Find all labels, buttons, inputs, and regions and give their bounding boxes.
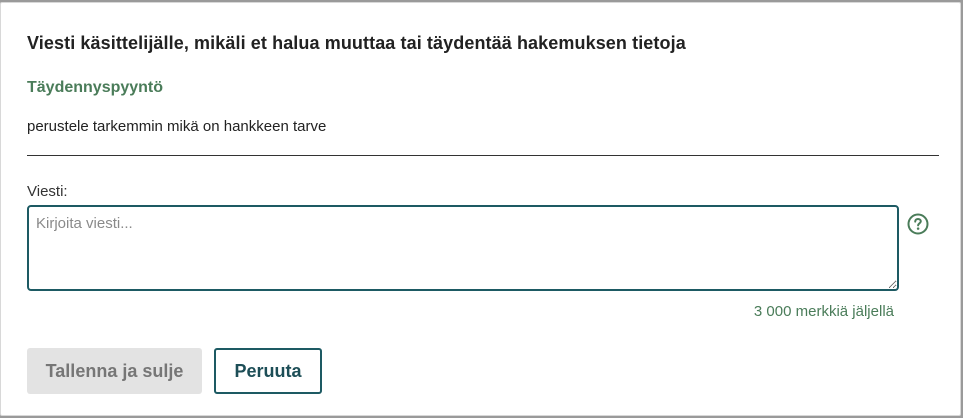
save-and-close-button[interactable]: Tallenna ja sulje (27, 348, 202, 394)
section-title: Täydennyspyyntö (27, 79, 164, 96)
request-text: perustele tarkemmin mikä on hankkeen tar… (27, 118, 327, 135)
dialog-title: Viesti käsittelijälle, mikäli et halua m… (27, 33, 686, 53)
cancel-button[interactable]: Peruuta (214, 348, 322, 394)
question-circle-icon[interactable] (907, 213, 929, 235)
message-dialog: Viesti käsittelijälle, mikäli et halua m… (0, 2, 961, 416)
message-textarea[interactable] (27, 205, 899, 291)
char-counter: 3 000 merkkiä jäljellä (753, 303, 894, 320)
message-label: Viesti: (27, 183, 68, 200)
divider (27, 155, 939, 156)
